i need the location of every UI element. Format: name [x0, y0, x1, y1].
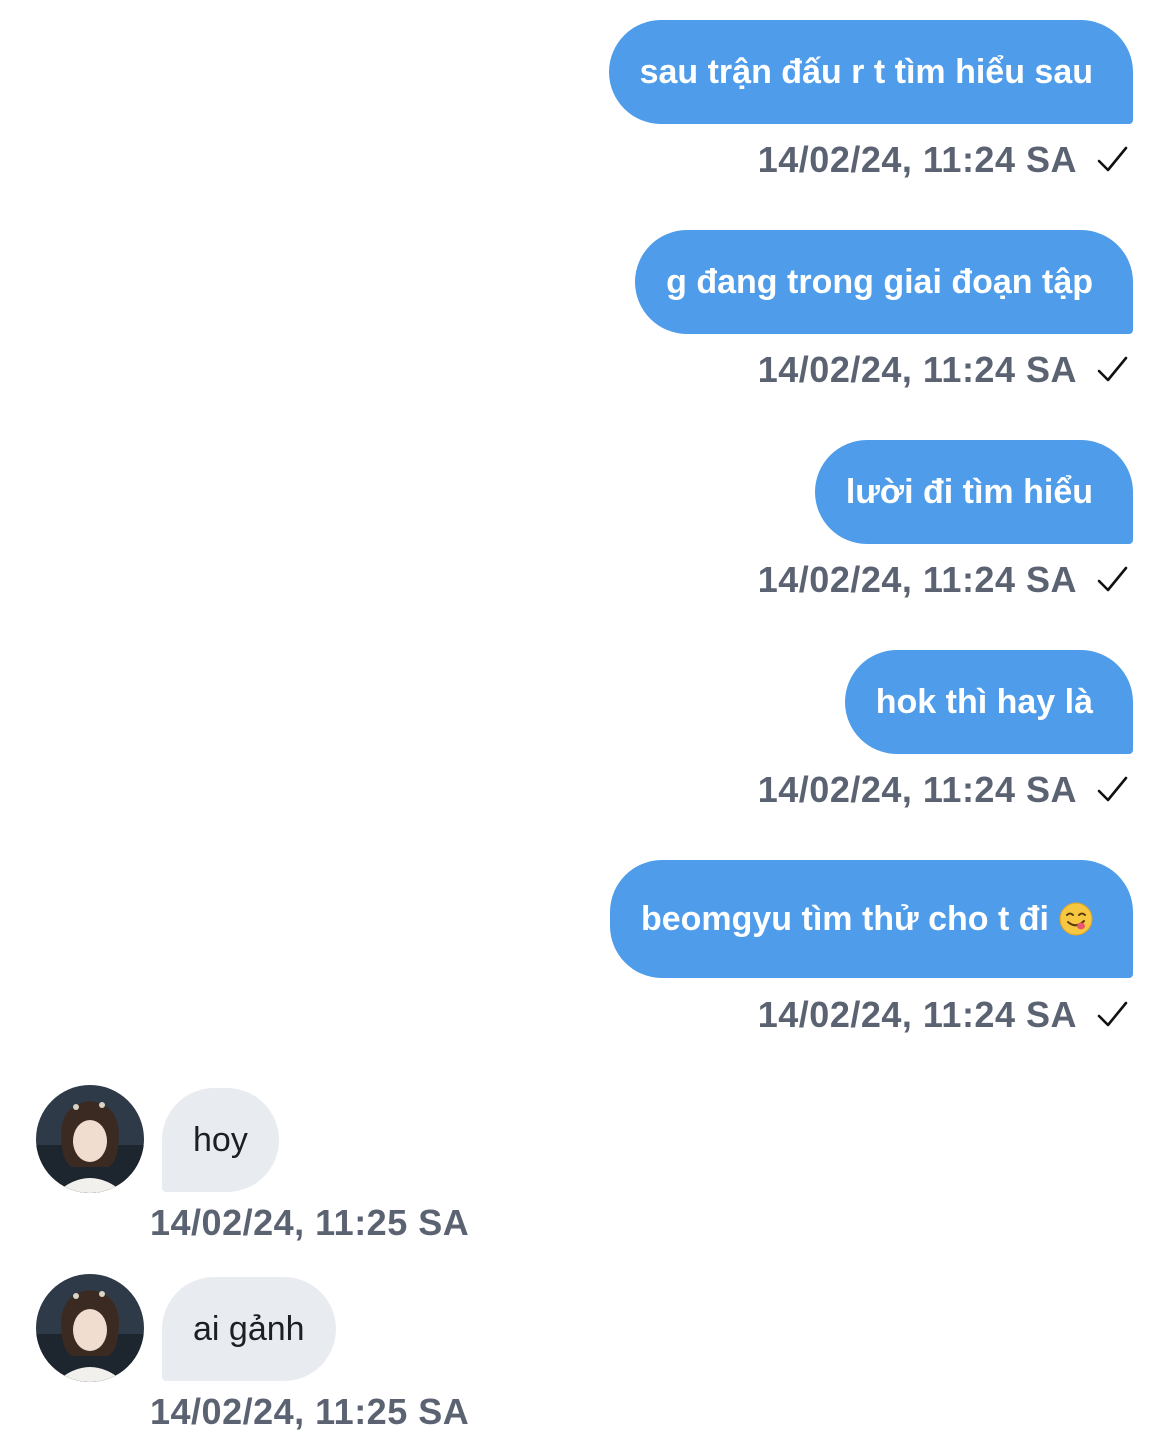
check-icon: [1097, 566, 1128, 592]
timestamp: 14/02/24, 11:24 SA: [757, 994, 1077, 1035]
message-bubble[interactable]: ai gảnh: [162, 1277, 336, 1381]
timestamp: 14/02/24, 11:24 SA: [757, 769, 1077, 810]
timestamp: 14/02/24, 11:25 SA: [150, 1202, 470, 1243]
timestamp: 14/02/24, 11:24 SA: [757, 139, 1077, 180]
check-icon: [1097, 1001, 1128, 1027]
message-meta: 14/02/24, 11:24 SA: [758, 138, 1133, 182]
message-bubble[interactable]: sau trận đấu r t tìm hiểu sau: [608, 20, 1133, 124]
outgoing-message[interactable]: lười đi tìm hiểu 14/02/24, 11:24 SA: [758, 440, 1133, 602]
message-text: beomgyu tìm thử cho t đi: [640, 900, 1049, 938]
check-icon: [1097, 776, 1128, 802]
message-meta: 14/02/24, 11:24 SA: [758, 558, 1133, 602]
timestamp: 14/02/24, 11:24 SA: [757, 349, 1077, 390]
avatar[interactable]: [36, 1274, 144, 1382]
outgoing-message[interactable]: beomgyu tìm thử cho t đi 14/02/24, 11:24…: [609, 860, 1133, 1037]
timestamp: 14/02/24, 11:25 SA: [150, 1391, 470, 1432]
message-meta: 14/02/24, 11:24 SA: [758, 993, 1133, 1037]
avatar[interactable]: [36, 1085, 144, 1193]
message-bubble[interactable]: lười đi tìm hiểu: [814, 440, 1133, 544]
check-icon: [1097, 356, 1128, 382]
outgoing-message[interactable]: sau trận đấu r t tìm hiểu sau 14/02/24, …: [608, 20, 1133, 182]
face-savoring-food-emoji: [1059, 902, 1093, 936]
message-meta: 14/02/24, 11:24 SA: [758, 348, 1133, 392]
timestamp: 14/02/24, 11:24 SA: [757, 559, 1077, 600]
message-bubble[interactable]: hok thì hay là: [844, 650, 1133, 754]
message-meta: 14/02/24, 11:24 SA: [758, 768, 1133, 812]
outgoing-message[interactable]: hok thì hay là 14/02/24, 11:24 SA: [758, 650, 1133, 812]
message-bubble[interactable]: hoy: [162, 1088, 279, 1192]
message-bubble[interactable]: g đang trong giai đoạn tập: [635, 230, 1133, 334]
outgoing-message[interactable]: g đang trong giai đoạn tập 14/02/24, 11:…: [635, 230, 1133, 392]
check-icon: [1097, 146, 1128, 172]
message-bubble[interactable]: beomgyu tìm thử cho t đi: [609, 860, 1133, 978]
